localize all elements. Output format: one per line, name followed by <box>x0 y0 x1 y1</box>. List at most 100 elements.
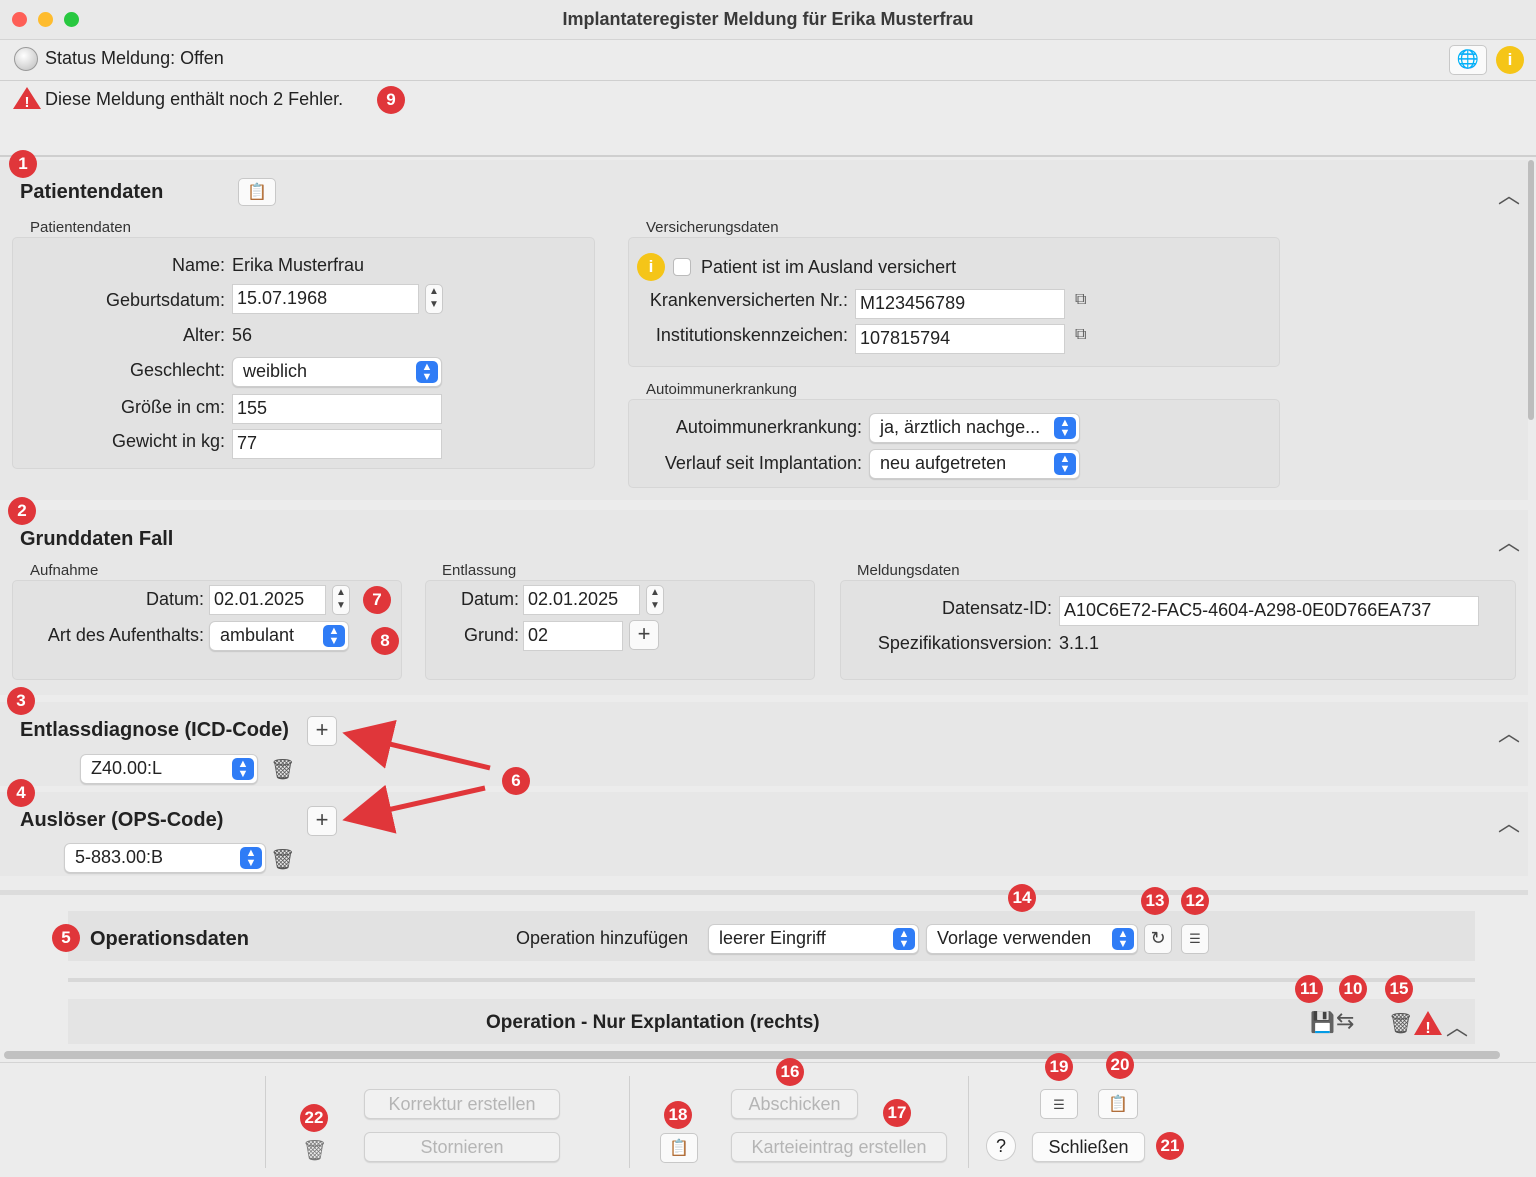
operation-type-popup[interactable]: leerer Eingriff ▲ ▼ <box>708 924 919 954</box>
badge-11: 11 <box>1295 975 1323 1003</box>
badge-22: 22 <box>300 1104 328 1132</box>
badge-15: 15 <box>1385 975 1413 1003</box>
svg-text:!: ! <box>25 94 30 110</box>
report-group-title: Meldungsdaten <box>857 562 960 579</box>
sex-popup[interactable]: weiblich ▲ ▼ <box>232 357 442 387</box>
close-button[interactable]: Schließen <box>1032 1132 1145 1162</box>
clipboard-user-icon[interactable]: 📋 <box>1098 1089 1138 1119</box>
list-icon[interactable]: ☰ <box>1181 924 1209 954</box>
autoimmune-popup[interactable]: ja, ärztlich nachge... ▲ ▼ <box>869 413 1080 443</box>
dob-field[interactable]: 15.07.1968 <box>232 284 419 314</box>
record-id-label: Datensatz-ID: <box>941 598 1052 618</box>
annotation-arrows <box>342 719 491 834</box>
status-indicator-icon <box>14 47 38 71</box>
collapse-chevron-icon[interactable]: ︿ <box>1498 716 1520 748</box>
trash-icon[interactable]: 🗑 <box>270 847 295 872</box>
divider <box>265 1076 266 1168</box>
collapse-chevron-icon[interactable]: ︿ <box>1446 1010 1468 1042</box>
template-value: Vorlage verwenden <box>937 928 1092 948</box>
badge-6: 6 <box>502 767 530 795</box>
admission-date-stepper[interactable]: ▲ ▼ <box>332 585 350 615</box>
report-group <box>840 580 1516 680</box>
reason-field[interactable]: 02 <box>523 621 623 651</box>
clipboard-icon[interactable]: 📋 <box>238 178 276 206</box>
divider <box>0 80 1536 81</box>
autoimmune-value: ja, ärztlich nachge... <box>880 417 1041 437</box>
diagnosis-section-title: Entlassdiagnose (ICD-Code) <box>20 719 289 741</box>
trigger-popup[interactable]: 5-883.00:B ▲ ▼ <box>64 843 266 873</box>
vertical-scrollbar[interactable] <box>1528 160 1534 420</box>
age-label: Alter: <box>182 325 225 345</box>
discharge-group-title: Entlassung <box>442 562 517 579</box>
height-field[interactable]: 155 <box>232 394 442 424</box>
info-icon[interactable]: i <box>637 253 665 281</box>
swap-icon[interactable]: ⇆ <box>1336 1008 1354 1034</box>
autoimmune-group-title: Autoimmunerkrankung <box>646 381 797 398</box>
add-operation-label: Operation hinzufügen <box>516 928 689 948</box>
name-label: Name: <box>171 255 225 275</box>
record-entry-button[interactable]: Karteieintrag erstellen <box>731 1132 947 1162</box>
copy-icon[interactable]: ⧉ <box>1075 326 1086 344</box>
weight-label: Gewicht in kg: <box>111 431 225 451</box>
warning-icon: ! <box>1414 1011 1442 1036</box>
weight-field[interactable]: 77 <box>232 429 442 459</box>
globe-icon[interactable]: 🌐 <box>1449 45 1487 75</box>
cancel-report-button[interactable]: Stornieren <box>364 1132 560 1162</box>
trigger-code: 5-883.00:B <box>75 847 164 867</box>
chevron-updown-icon: ▲ ▼ <box>1112 928 1134 950</box>
course-popup[interactable]: neu aufgetreten ▲ ▼ <box>869 449 1080 479</box>
discharge-date-stepper[interactable]: ▲ ▼ <box>646 585 664 615</box>
diagnosis-popup[interactable]: Z40.00:L ▲ ▼ <box>80 754 258 784</box>
badge-10: 10 <box>1339 975 1367 1003</box>
trash-icon[interactable]: 🗑 <box>270 757 295 782</box>
chevron-updown-icon: ▲ ▼ <box>416 361 438 383</box>
operation-title: Operation - Nur Explantation (rechts) <box>486 1012 820 1033</box>
divider <box>0 890 1528 895</box>
sex-value: weiblich <box>243 361 308 381</box>
case-section-title: Grunddaten Fall <box>20 528 174 550</box>
clipboard-icon[interactable]: 📋 <box>660 1133 698 1163</box>
refresh-icon[interactable]: ↻ <box>1144 924 1172 954</box>
divider <box>68 978 1475 982</box>
add-reason-button[interactable]: + <box>629 620 659 650</box>
discharge-date-field[interactable]: 02.01.2025 <box>523 585 640 615</box>
collapse-chevron-icon[interactable]: ︿ <box>1498 178 1520 210</box>
patient-group-title: Patientendaten <box>30 219 131 236</box>
divider <box>629 1076 630 1168</box>
collapse-chevron-icon[interactable]: ︿ <box>1498 525 1520 557</box>
help-button[interactable]: ? <box>986 1131 1016 1161</box>
badge-14: 14 <box>1008 884 1036 912</box>
height-label: Größe in cm: <box>120 397 225 417</box>
record-id-field[interactable]: A10C6E72-FAC5-4604-A298-0E0D766EA737 <box>1059 596 1479 626</box>
dob-label: Geburtsdatum: <box>105 290 225 310</box>
badge-18: 18 <box>664 1101 692 1129</box>
reason-label: Grund: <box>463 625 519 645</box>
stay-popup[interactable]: ambulant ▲ ▼ <box>209 621 349 651</box>
horizontal-scrollbar[interactable] <box>4 1051 1500 1059</box>
chevron-updown-icon: ▲ ▼ <box>1054 453 1076 475</box>
admission-date-field[interactable]: 02.01.2025 <box>209 585 326 615</box>
abroad-label: Patient ist im Ausland versichert <box>701 257 957 277</box>
chevron-updown-icon: ▲ ▼ <box>1054 417 1076 439</box>
correction-button[interactable]: Korrektur erstellen <box>364 1089 560 1119</box>
info-icon[interactable]: i <box>1496 46 1524 74</box>
ik-field[interactable]: 107815794 <box>855 324 1065 354</box>
discharge-date-label: Datum: <box>460 589 519 609</box>
kvnr-field[interactable]: M123456789 <box>855 289 1065 319</box>
list-icon[interactable]: ☰ <box>1040 1089 1078 1119</box>
collapse-chevron-icon[interactable]: ︿ <box>1498 806 1520 838</box>
autoimmune-label: Autoimmunerkrankung: <box>675 417 862 437</box>
trash-icon[interactable]: 🗑 <box>302 1138 327 1163</box>
save-icon[interactable]: 💾 <box>1310 1010 1335 1035</box>
copy-icon[interactable]: ⧉ <box>1075 291 1086 309</box>
abroad-checkbox[interactable] <box>673 258 691 276</box>
dob-stepper[interactable]: ▲ ▼ <box>425 284 443 314</box>
stay-value: ambulant <box>220 625 295 645</box>
patient-section-title: Patientendaten <box>20 181 164 203</box>
window-title: Implantateregister Meldung für Erika Mus… <box>562 9 974 29</box>
template-popup[interactable]: Vorlage verwenden ▲ ▼ <box>926 924 1138 954</box>
spec-value: 3.1.1 <box>1059 633 1100 653</box>
stay-label: Art des Aufenthalts: <box>47 625 204 645</box>
trash-icon[interactable]: 🗑 <box>1388 1011 1413 1036</box>
send-button[interactable]: Abschicken <box>731 1089 858 1119</box>
